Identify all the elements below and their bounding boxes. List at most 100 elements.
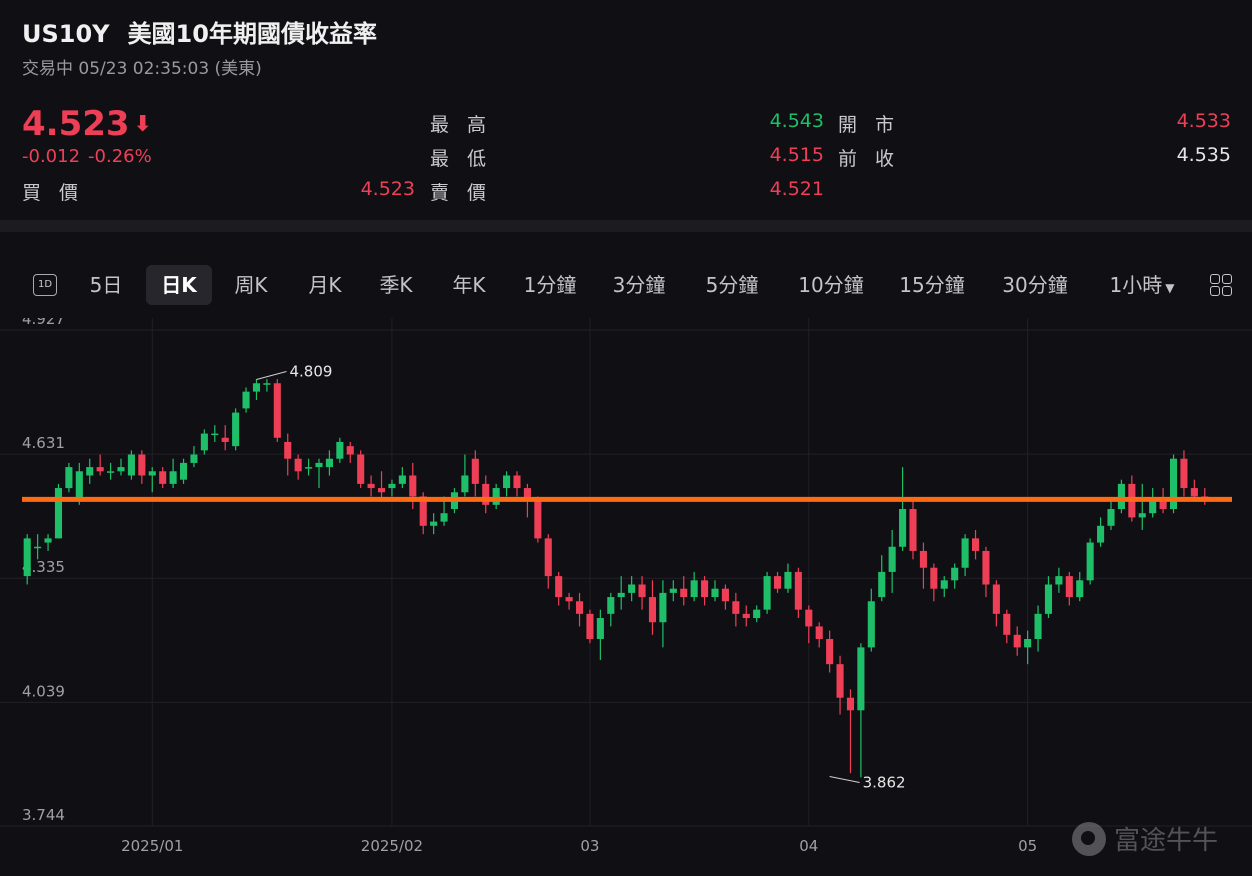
candle-body xyxy=(513,475,521,489)
period-tabs: 1D 5日 日K 周K 月K 季K 年K 1分鐘 3分鐘 5分鐘 10分鐘 15… xyxy=(0,262,1252,308)
ask-label: 賣 價 xyxy=(430,182,493,204)
candle-body xyxy=(1138,513,1146,518)
candle-body xyxy=(961,538,969,568)
candle-body xyxy=(471,458,479,484)
candle-body xyxy=(763,576,771,610)
candle-body xyxy=(409,475,417,497)
open-value: 4.533 xyxy=(1176,110,1231,132)
candle-body xyxy=(711,588,719,598)
candle-body xyxy=(1190,488,1198,497)
candle-body xyxy=(1003,613,1011,635)
tab-10min[interactable]: 10分鐘 xyxy=(789,265,873,305)
tab-daily-k[interactable]: 日K xyxy=(146,265,212,305)
ask-value: 4.521 xyxy=(769,178,824,200)
grid-layout-icon[interactable] xyxy=(1210,274,1232,296)
candle-body xyxy=(127,454,135,476)
candle-body xyxy=(867,601,875,648)
candle-body xyxy=(294,458,302,472)
candle-body xyxy=(846,697,855,711)
candle-body xyxy=(784,571,792,589)
candle-body xyxy=(1034,613,1042,640)
candle-body xyxy=(284,441,292,459)
y-tick-label: 4.039 xyxy=(22,682,65,700)
candle-body xyxy=(54,488,63,539)
candle-body xyxy=(377,488,386,493)
section-divider xyxy=(0,220,1252,232)
tab-1hour[interactable]: 1小時 ▼ xyxy=(1100,265,1184,305)
candle-body xyxy=(305,467,313,469)
tab-weekly-k[interactable]: 周K xyxy=(222,265,280,305)
trading-status: 交易中 05/23 02:35:03 (美東) xyxy=(22,59,262,79)
extreme-value-label: 3.862 xyxy=(863,774,906,792)
tab-1d[interactable]: 1D xyxy=(33,274,57,296)
candle-body xyxy=(930,567,938,589)
candle-body xyxy=(805,609,813,627)
candle-body xyxy=(1044,584,1053,614)
candle-body xyxy=(794,571,802,610)
candle-body xyxy=(680,588,688,598)
candle-body xyxy=(179,462,188,480)
candle-body xyxy=(1117,483,1125,510)
tab-5d[interactable]: 5日 xyxy=(80,265,132,305)
candle-body xyxy=(836,664,844,698)
tab-5min[interactable]: 5分鐘 xyxy=(696,265,768,305)
tab-monthly-k[interactable]: 月K xyxy=(296,265,354,305)
candle-body xyxy=(628,584,636,593)
candle-body xyxy=(492,488,500,505)
tab-quarterly-k[interactable]: 季K xyxy=(367,265,425,305)
candle-body xyxy=(638,584,646,598)
candle-body xyxy=(65,467,73,489)
candle-body xyxy=(940,580,948,589)
candle-body xyxy=(159,471,167,484)
candle-body xyxy=(23,538,31,577)
candle-body xyxy=(86,467,94,476)
candle-body xyxy=(899,509,907,547)
candle-body xyxy=(1107,509,1115,526)
x-tick-label: 2025/02 xyxy=(361,837,423,855)
tab-3min[interactable]: 3分鐘 xyxy=(603,265,675,305)
candle-body xyxy=(732,601,740,614)
low-label: 最 低 xyxy=(430,148,493,170)
tab-1hour-label: 1小時 xyxy=(1109,273,1163,297)
candle-body xyxy=(273,383,281,438)
bid-value: 4.523 xyxy=(360,178,415,200)
candlestick-chart[interactable]: 4.9274.6314.3354.0393.7442025/01 2025/02 0… xyxy=(0,318,1252,864)
candle-body xyxy=(200,433,208,451)
last-price-value: 4.523 xyxy=(22,104,130,144)
candle-body xyxy=(221,437,229,442)
x-tick-label: 04 xyxy=(799,837,818,855)
tab-1min[interactable]: 1分鐘 xyxy=(514,265,586,305)
low-value: 4.515 xyxy=(769,144,824,166)
watermark: 富途牛牛 xyxy=(1072,820,1218,857)
candle-body xyxy=(325,458,333,468)
candle-body xyxy=(398,475,406,484)
x-tick-label: 05 xyxy=(1018,837,1037,855)
candle-body xyxy=(753,609,761,619)
caret-down-icon: ▼ xyxy=(1165,281,1175,295)
tab-30min[interactable]: 30分鐘 xyxy=(993,265,1077,305)
y-tick-label: 4.631 xyxy=(22,434,65,452)
change-percent: -0.26% xyxy=(88,146,152,167)
candle-body xyxy=(773,576,782,589)
candle-body xyxy=(169,471,177,484)
candle-body xyxy=(888,546,896,572)
candle-body xyxy=(346,446,354,455)
candle-body xyxy=(1097,525,1105,543)
candle-body xyxy=(659,592,667,623)
candle-body xyxy=(461,475,469,493)
y-tick-label: 4.927 xyxy=(22,318,65,328)
candle-body xyxy=(878,571,886,598)
candle-body xyxy=(565,597,573,602)
candle-body xyxy=(1086,542,1094,581)
candle-body xyxy=(263,383,271,385)
x-tick-label: 03 xyxy=(580,837,599,855)
candle-body xyxy=(44,538,52,543)
candle-body xyxy=(440,513,448,522)
candle-body xyxy=(826,639,834,665)
instrument-name: 美國10年期國債收益率 xyxy=(127,20,377,48)
candle-body xyxy=(503,475,511,489)
candle-body xyxy=(1180,458,1188,489)
candle-body xyxy=(742,613,750,619)
tab-yearly-k[interactable]: 年K xyxy=(440,265,498,305)
tab-15min[interactable]: 15分鐘 xyxy=(890,265,974,305)
